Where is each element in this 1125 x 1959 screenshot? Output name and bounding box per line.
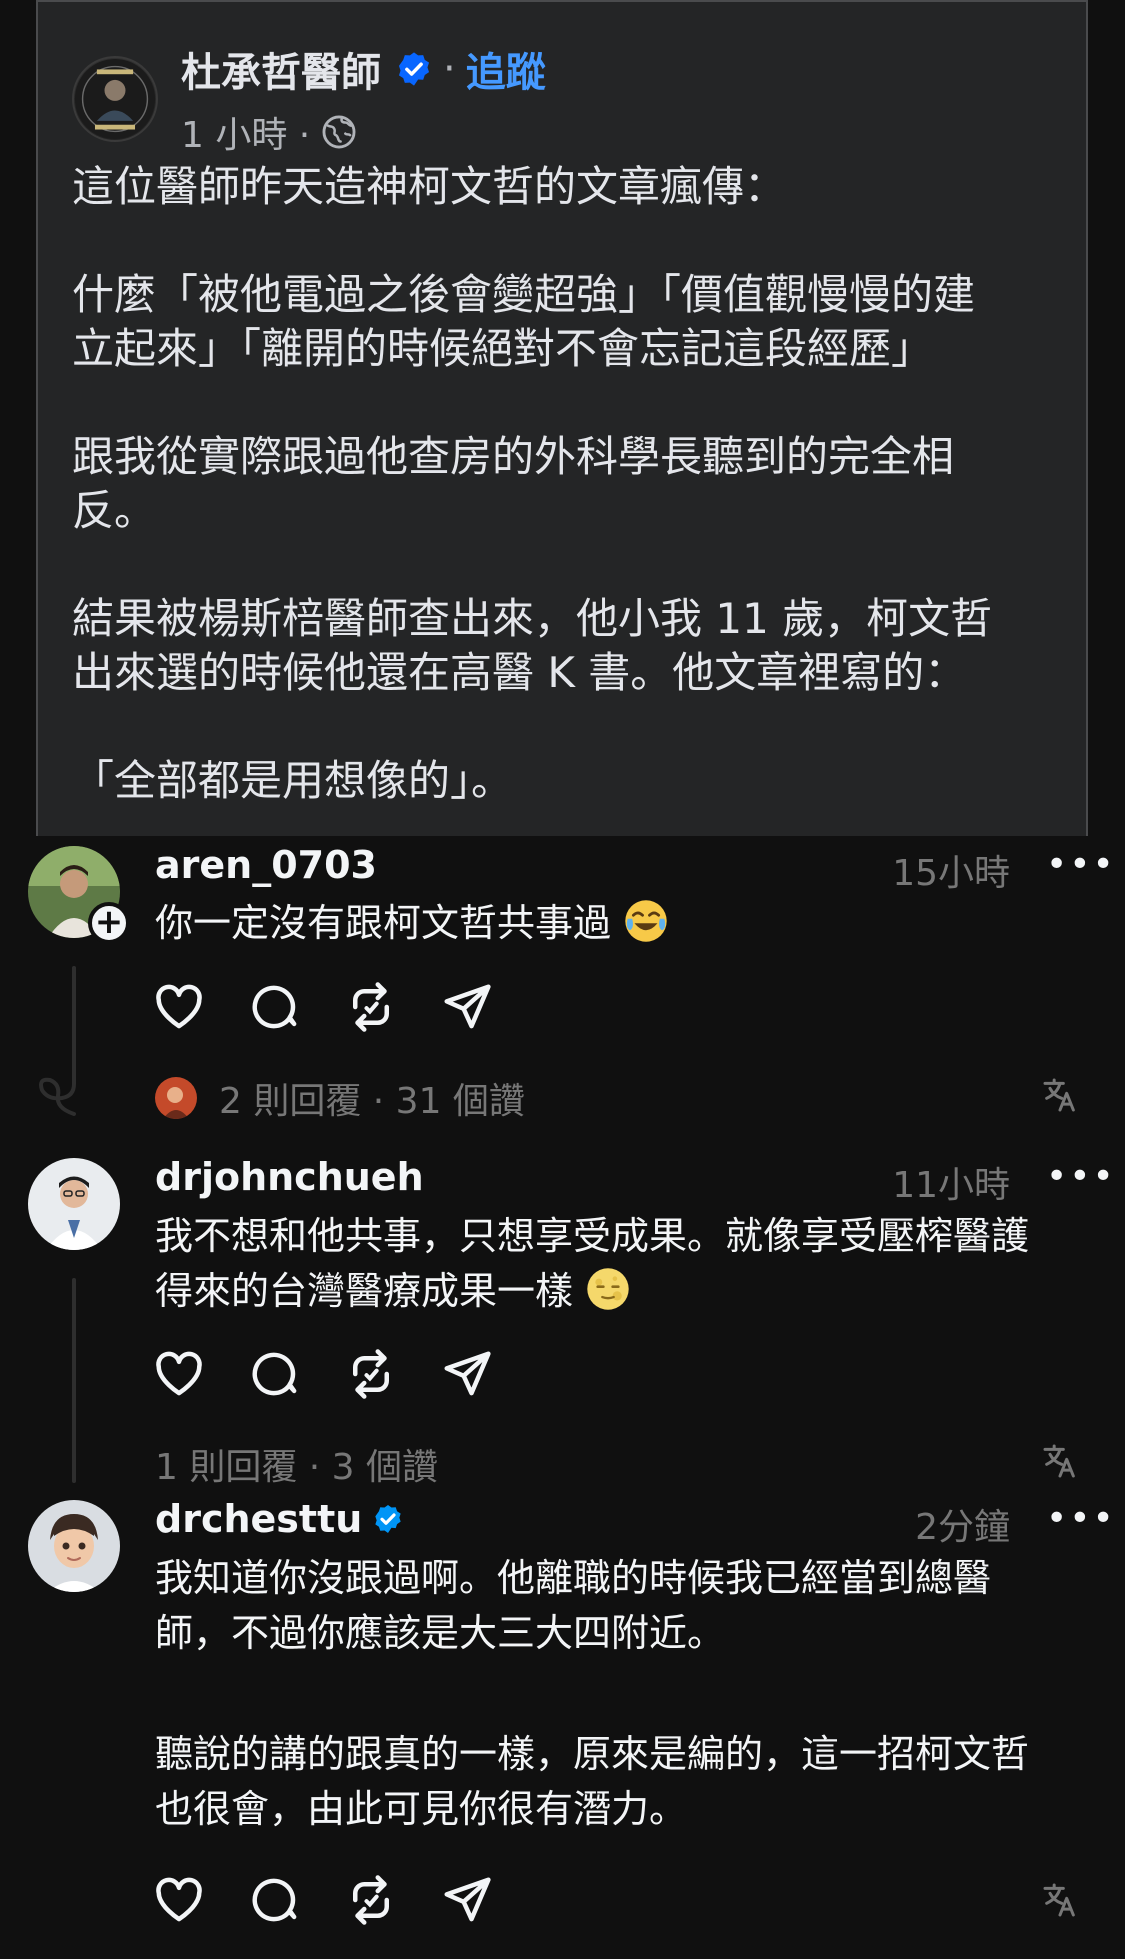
reply-button[interactable] [248,1347,302,1401]
comment-icon [252,1878,297,1922]
facebook-author-avatar[interactable] [72,56,158,142]
comment-username: drchesttu [155,1497,404,1541]
share-button[interactable] [440,1347,494,1401]
post-text-line: 反。 [72,486,157,535]
reply-button[interactable] [248,1873,302,1927]
username-link[interactable]: drjohnchueh [155,1155,424,1199]
comment-stats: 1 則回覆 · 3 個讚 [155,1438,438,1490]
verified-badge-icon [375,1505,401,1533]
reply-button[interactable] [248,980,302,1034]
post-text-line: 跟我從實際跟過他查房的外科學長聽到的完全相 [72,432,955,481]
comment-line: 你一定沒有跟柯文哲共事過 [155,901,612,945]
comment-text: 你一定沒有跟柯文哲共事過 [155,896,669,951]
like-button[interactable] [152,1873,206,1927]
translate-button[interactable] [1040,1075,1080,1115]
translate-icon [1043,1078,1075,1112]
heart-icon [156,1877,202,1922]
heart-icon [156,1351,202,1396]
post-text-line: 「全部都是用想像的」。 [72,756,514,805]
user-avatar-icon [155,1077,197,1119]
post-text-line: 什麼「被他電過之後會變超強」「價值觀慢慢的建 [72,270,976,319]
full-moon-face-emoji-icon [587,1268,629,1310]
comment-username: aren_0703 [155,843,377,887]
translate-icon [1043,1883,1075,1917]
facebook-post-card: 杜承哲醫師 · 追蹤 1 小時 · 這位醫師昨天造神柯文哲的文章瘋傳： 什麼「被… [36,0,1088,836]
share-icon [444,1351,491,1396]
share-button[interactable] [440,980,494,1034]
comment-icon [252,1352,297,1396]
follow-button[interactable]: 追蹤 [466,40,546,98]
translate-icon [1043,1444,1075,1478]
translate-button[interactable] [1040,1441,1080,1481]
share-button[interactable] [440,1873,494,1927]
replier-avatar[interactable] [155,1077,197,1119]
more-options-button[interactable]: ••• [1046,1498,1116,1539]
translate-button[interactable] [1040,1880,1080,1920]
comment-line: 也很會，由此可見你很有潛力。 [155,1787,688,1831]
facebook-author-name[interactable]: 杜承哲醫師 [181,40,381,98]
comment-stats: 2 則回覆 · 31 個讚 [155,1072,525,1124]
replies-likes-link[interactable]: 2 則回覆 · 31 個讚 [219,1072,525,1124]
comment-actions [152,1347,536,1401]
avatar[interactable] [28,1500,120,1592]
repost-button[interactable] [344,980,398,1034]
tears-of-joy-emoji-icon [625,900,667,942]
like-button[interactable] [152,980,206,1034]
comment-line: 聽說的講的跟真的一樣，原來是編的，這一招柯文哲 [155,1732,1030,1776]
comment-actions [152,1873,536,1927]
replies-likes-link[interactable]: 1 則回覆 · 3 個讚 [155,1438,438,1490]
facebook-post-body: 這位醫師昨天造神柯文哲的文章瘋傳： 什麼「被他電過之後會變超強」「價值觀慢慢的建… [72,160,1072,808]
thread-line [72,966,76,1081]
comment-time: 11小時 [892,1165,1010,1206]
thread-line [72,1278,76,1483]
comment-line: 得來的台灣醫療成果一樣 [155,1269,574,1313]
follow-plus-button[interactable]: + [88,902,130,944]
comment-line: 我不想和他共事，只想享受成果。就像享受壓榨醫護 [155,1214,1030,1258]
facebook-post-time[interactable]: 1 小時 · [181,106,310,158]
like-button[interactable] [152,1347,206,1401]
share-icon [444,984,491,1029]
facebook-post-meta: 1 小時 · [181,106,358,158]
comment-username: drjohnchueh [155,1155,424,1199]
post-text-line: 立起來」「離開的時候絕對不會忘記這段經歷」 [72,324,934,373]
comment-line: 師，不過你應該是大三大四附近。 [155,1611,726,1655]
facebook-separator: · [443,46,456,92]
share-icon [444,1877,491,1922]
comment-icon [252,985,297,1029]
repost-icon [353,1349,389,1399]
verified-badge-icon [398,52,430,86]
post-text-line: 出來選的時候他還在高醫 K 書。他文章裡寫的： [72,648,967,697]
comment-text: 我知道你沒跟過啊。他離職的時候我已經當到總醫 師，不過你應該是大三大四附近。 聽… [155,1551,1029,1837]
username-link[interactable]: aren_0703 [155,843,377,887]
facebook-author-row: 杜承哲醫師 · 追蹤 [181,40,546,98]
doctor-portrait-icon [74,58,156,140]
comment-actions [152,980,536,1034]
username-link[interactable]: drchesttu [155,1497,362,1541]
user-avatar-icon [28,1158,120,1250]
repost-button[interactable] [344,1347,398,1401]
comment-time: 2分鐘 [915,1507,1010,1548]
repost-icon [353,1875,389,1925]
repost-icon [353,982,389,1032]
more-options-button[interactable]: ••• [1046,1156,1116,1197]
screenshot-root: 杜承哲醫師 · 追蹤 1 小時 · 這位醫師昨天造神柯文哲的文章瘋傳： 什麼「被… [0,0,1125,1959]
avatar[interactable] [28,1158,120,1250]
repost-button[interactable] [344,1873,398,1927]
post-text-line: 這位醫師昨天造神柯文哲的文章瘋傳： [72,162,787,211]
heart-icon [156,984,202,1029]
comment-text: 我不想和他共事，只想享受成果。就像享受壓榨醫護 得來的台灣醫療成果一樣 [155,1209,1029,1319]
post-text-line: 結果被楊斯棓醫師查出來，他小我 11 歲，柯文哲 [72,594,993,643]
comment-time: 15小時 [892,853,1010,894]
globe-icon [322,115,356,149]
comment-line: 我知道你沒跟過啊。他離職的時候我已經當到總醫 [155,1556,992,1600]
more-options-button[interactable]: ••• [1046,844,1116,885]
thread-curl-icon [39,1072,76,1116]
user-avatar-icon [28,1500,120,1592]
